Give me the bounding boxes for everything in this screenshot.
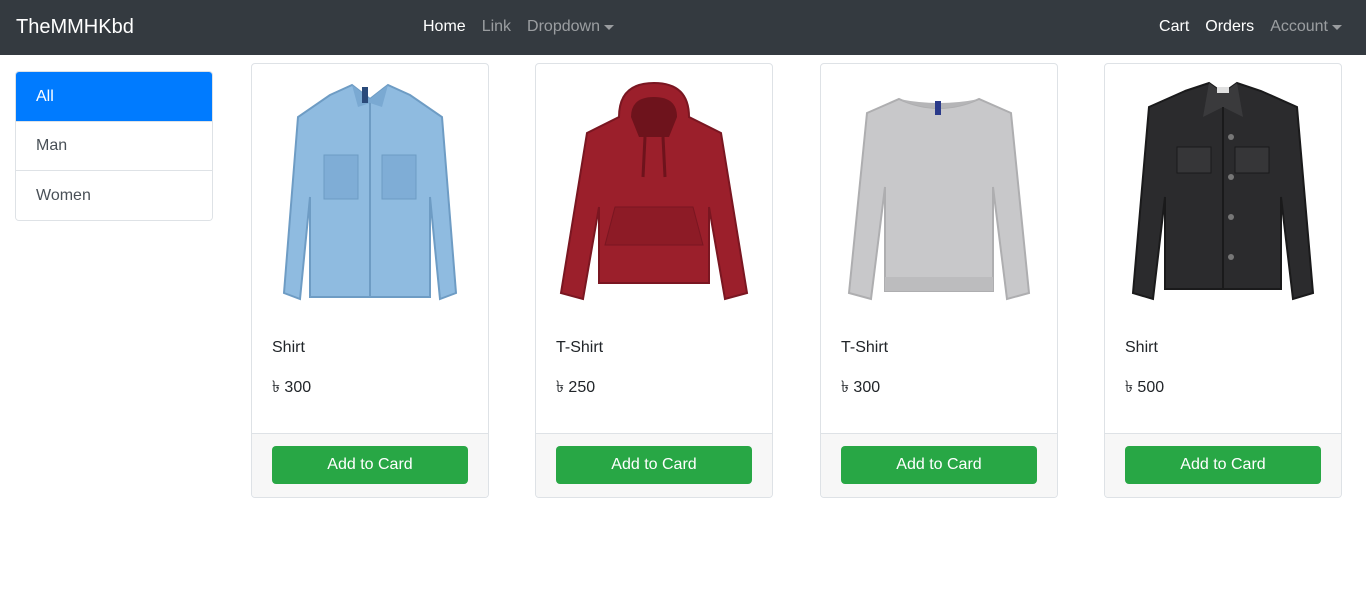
- card-footer: Add to Card: [536, 433, 772, 497]
- nav-link-link[interactable]: Link: [482, 17, 511, 37]
- nav-right-links: Cart Orders Account: [1159, 17, 1342, 37]
- card-footer: Add to Card: [1105, 433, 1341, 497]
- nav-dropdown-label: Dropdown: [527, 18, 600, 35]
- product-price: ৳ 500: [1125, 379, 1165, 396]
- navbar: TheMMHKbd Home Link Dropdown Cart Orders…: [0, 0, 1366, 55]
- red-hoodie-image: [546, 72, 762, 314]
- black-denim-jacket-image: [1115, 72, 1331, 314]
- nav-orders-link[interactable]: Orders: [1205, 17, 1254, 37]
- product-price: ৳ 300: [841, 379, 881, 396]
- product-card: T-Shirt ৳ 250 Add to Card: [535, 63, 773, 498]
- category-list: All Man Women: [15, 71, 213, 221]
- product-price: ৳ 300: [272, 379, 312, 396]
- caret-down-icon: [1332, 25, 1342, 30]
- brand-logo[interactable]: TheMMHKbd: [16, 15, 134, 39]
- category-item-women[interactable]: Women: [16, 171, 212, 220]
- product-card: Shirt ৳ 500 Add to Card: [1104, 63, 1342, 498]
- product-name: Shirt: [272, 339, 305, 356]
- add-to-card-button[interactable]: Add to Card: [556, 446, 752, 484]
- nav-cart-link[interactable]: Cart: [1159, 17, 1189, 37]
- add-to-card-button[interactable]: Add to Card: [272, 446, 468, 484]
- nav-account-label: Account: [1270, 18, 1328, 35]
- nav-account-dropdown[interactable]: Account: [1270, 17, 1342, 37]
- nav-links: Home Link Dropdown: [423, 17, 614, 37]
- nav-dropdown[interactable]: Dropdown: [527, 17, 614, 37]
- card-footer: Add to Card: [252, 433, 488, 497]
- product-card: Shirt ৳ 300 Add to Card: [251, 63, 489, 498]
- denim-shirt-image: [262, 72, 478, 314]
- product-name: Shirt: [1125, 339, 1158, 356]
- nav-home-link[interactable]: Home: [423, 17, 466, 37]
- caret-down-icon: [603, 25, 614, 30]
- product-name: T-Shirt: [556, 339, 604, 356]
- category-item-man[interactable]: Man: [16, 122, 212, 171]
- product-name: T-Shirt: [841, 339, 889, 356]
- product-card: T-Shirt ৳ 300 Add to Card: [820, 63, 1058, 498]
- add-to-card-button[interactable]: Add to Card: [841, 446, 1037, 484]
- product-price: ৳ 250: [556, 379, 596, 396]
- category-item-all[interactable]: All: [16, 72, 212, 122]
- add-to-card-button[interactable]: Add to Card: [1125, 446, 1321, 484]
- card-footer: Add to Card: [821, 433, 1057, 497]
- grey-sweatshirt-image: [831, 72, 1047, 314]
